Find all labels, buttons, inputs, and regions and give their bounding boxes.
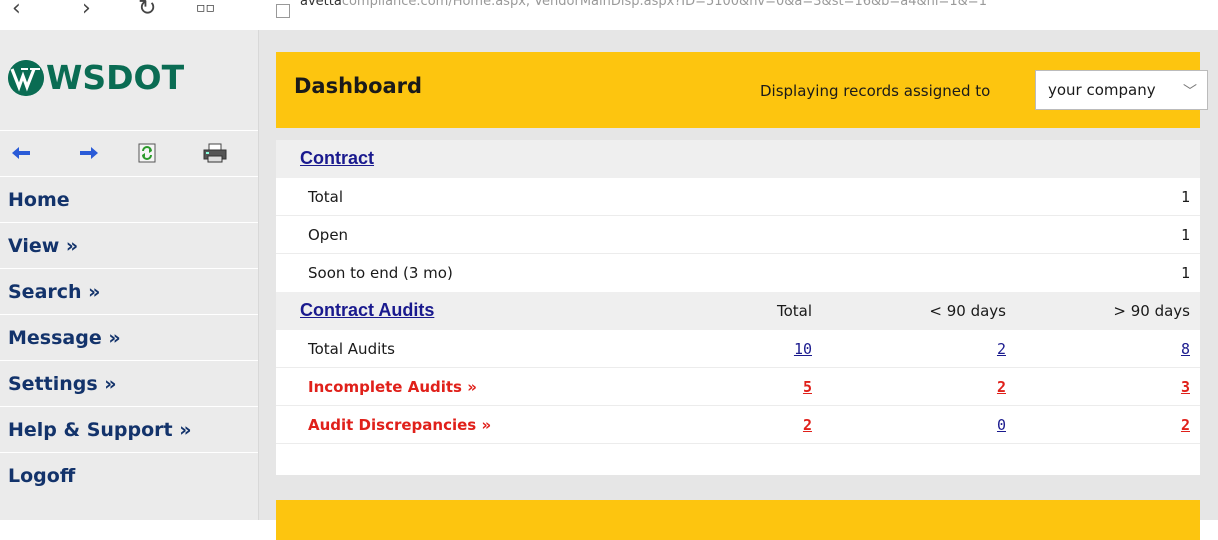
discrepancies-under90-link[interactable]: 0 bbox=[997, 416, 1006, 434]
sidebar: WSDOT Home View » Search » Message » Set… bbox=[0, 30, 259, 520]
logo-text: WSDOT bbox=[46, 58, 185, 97]
total-audits-over90-link[interactable]: 8 bbox=[1181, 340, 1190, 358]
menu-item-logoff[interactable]: Logoff bbox=[0, 452, 258, 498]
chevron-down-icon: ﹀ bbox=[1183, 84, 1197, 100]
assignee-select[interactable]: your company ﹀ bbox=[1035, 70, 1208, 110]
contract-soon-value: 1 bbox=[1180, 264, 1190, 282]
table-row: Total 1 bbox=[276, 178, 1200, 216]
url-domain: avetta bbox=[300, 0, 342, 9]
table-row: Incomplete Audits » 5 2 3 bbox=[276, 368, 1200, 406]
dashboard-header: Dashboard Displaying records assigned to… bbox=[276, 52, 1208, 128]
browser-back-icon[interactable]: ‹ bbox=[12, 0, 21, 21]
audit-discrepancies-link[interactable]: Audit Discrepancies » bbox=[308, 416, 491, 434]
table-row: Soon to end (3 mo) 1 bbox=[276, 254, 1200, 292]
next-panel-header bbox=[276, 500, 1200, 540]
print-icon bbox=[203, 143, 227, 163]
table-row: Audit Discrepancies » 2 0 2 bbox=[276, 406, 1200, 444]
forward-arrow-icon bbox=[80, 147, 98, 159]
menu-item-search[interactable]: Search » bbox=[0, 268, 258, 314]
main-content: Dashboard Displaying records assigned to… bbox=[259, 30, 1218, 540]
back-button[interactable] bbox=[4, 139, 38, 167]
discrepancies-over90-link[interactable]: 2 bbox=[1181, 416, 1190, 434]
menu-item-help-support[interactable]: Help & Support » bbox=[0, 406, 258, 452]
address-bar[interactable]: avettacompliance.com/Home.aspx, VendorMa… bbox=[300, 0, 987, 9]
col-over90-header: > 90 days bbox=[1113, 302, 1190, 320]
browser-forward-icon[interactable]: › bbox=[82, 0, 91, 21]
contract-total-value: 1 bbox=[1180, 188, 1190, 206]
total-audits-total-link[interactable]: 10 bbox=[794, 340, 812, 358]
page-icon bbox=[276, 4, 290, 18]
incomplete-audits-link[interactable]: Incomplete Audits » bbox=[308, 378, 477, 396]
assignee-select-value: your company bbox=[1048, 81, 1156, 99]
menu-item-home[interactable]: Home bbox=[0, 176, 258, 222]
contract-open-label: Open bbox=[308, 226, 349, 244]
refresh-button[interactable] bbox=[130, 139, 164, 167]
logo-mark-icon bbox=[8, 59, 44, 96]
col-under90-header: < 90 days bbox=[929, 302, 1006, 320]
dashboard-card: Contract Total 1 Open 1 Soon to end (3 m… bbox=[276, 140, 1200, 475]
browser-reload-icon[interactable]: ↻ bbox=[138, 0, 156, 21]
wsdot-logo[interactable]: WSDOT bbox=[8, 58, 184, 97]
audits-section-header: Contract Audits Total < 90 days > 90 day… bbox=[276, 292, 1200, 330]
logo-area: WSDOT bbox=[0, 30, 258, 130]
incomplete-total-link[interactable]: 5 bbox=[803, 378, 812, 396]
filter-label: Displaying records assigned to bbox=[760, 82, 991, 100]
main-menu: Home View » Search » Message » Settings … bbox=[0, 176, 258, 498]
print-button[interactable] bbox=[198, 139, 232, 167]
table-row: Open 1 bbox=[276, 216, 1200, 254]
forward-button[interactable] bbox=[72, 139, 106, 167]
browser-toolbar: ‹ › ↻ ▫▫ avettacompliance.com/Home.aspx,… bbox=[0, 0, 1218, 31]
contract-section-header: Contract bbox=[276, 140, 1200, 178]
menu-item-settings[interactable]: Settings » bbox=[0, 360, 258, 406]
total-audits-under90-link[interactable]: 2 bbox=[997, 340, 1006, 358]
incomplete-over90-link[interactable]: 3 bbox=[1181, 378, 1190, 396]
page-title: Dashboard bbox=[294, 74, 423, 98]
contract-audits-title-link[interactable]: Contract Audits bbox=[300, 300, 434, 321]
menu-item-message[interactable]: Message » bbox=[0, 314, 258, 360]
col-total-header: Total bbox=[776, 302, 812, 320]
contract-open-value: 1 bbox=[1180, 226, 1190, 244]
back-arrow-icon bbox=[12, 147, 30, 159]
menu-item-view[interactable]: View » bbox=[0, 222, 258, 268]
url-path: compliance.com/Home.aspx, VendorMainDisp… bbox=[341, 0, 987, 9]
discrepancies-total-link[interactable]: 2 bbox=[803, 416, 812, 434]
total-audits-label: Total Audits bbox=[308, 340, 395, 358]
contract-soon-label: Soon to end (3 mo) bbox=[308, 264, 453, 282]
contract-total-label: Total bbox=[308, 188, 344, 206]
table-row: Total Audits 10 2 8 bbox=[276, 330, 1200, 368]
refresh-icon bbox=[138, 143, 156, 163]
contract-title-link[interactable]: Contract bbox=[300, 148, 374, 169]
browser-apps-icon[interactable]: ▫▫ bbox=[196, 0, 215, 16]
sidebar-toolbar bbox=[0, 130, 258, 175]
incomplete-under90-link[interactable]: 2 bbox=[997, 378, 1006, 396]
